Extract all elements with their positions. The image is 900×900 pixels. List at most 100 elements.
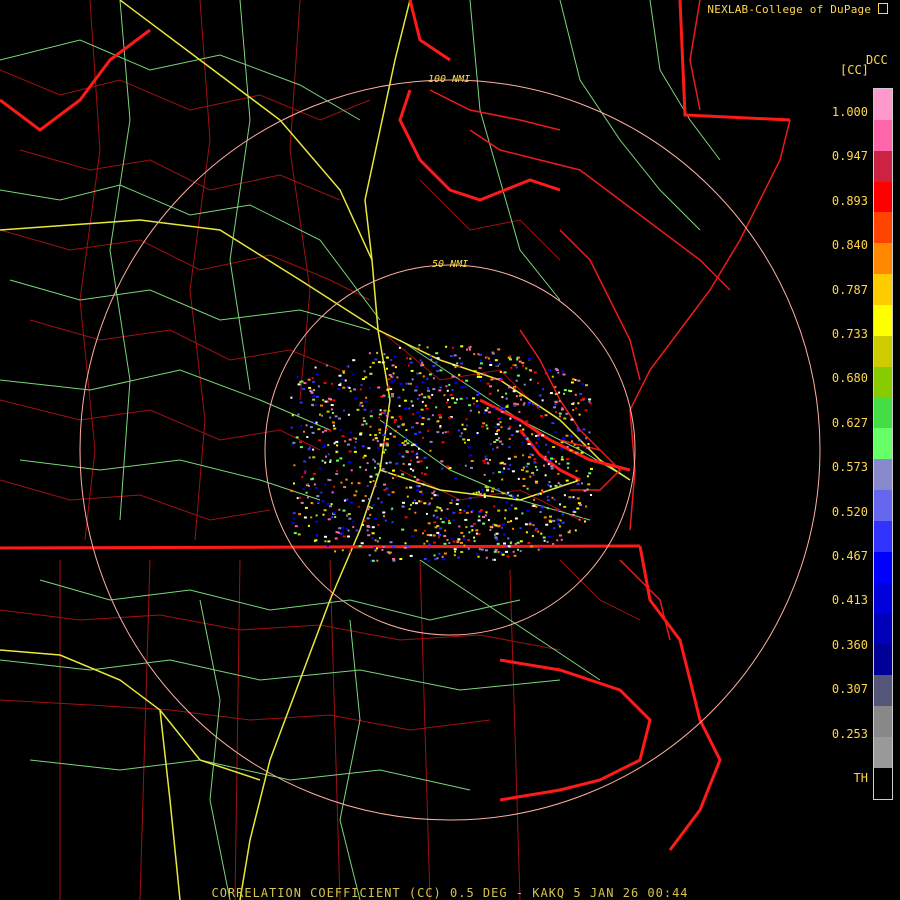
radar-echo xyxy=(582,397,586,400)
radar-echo xyxy=(497,525,501,528)
radar-echo xyxy=(439,527,442,530)
radar-echo xyxy=(531,445,534,448)
radar-echo xyxy=(553,406,557,409)
radar-echo xyxy=(501,553,505,556)
radar-echo xyxy=(315,373,319,376)
radar-echo xyxy=(322,446,326,449)
radar-echo xyxy=(565,434,569,437)
radar-echo xyxy=(369,425,372,428)
radar-echo xyxy=(529,453,533,456)
color-scale-label: 1.000 xyxy=(831,105,868,119)
radar-echo xyxy=(434,361,438,364)
radar-echo xyxy=(347,529,350,532)
radar-echo xyxy=(576,446,580,449)
radar-echo xyxy=(511,470,515,473)
radar-echo xyxy=(495,364,498,367)
radar-echo xyxy=(313,389,315,392)
radar-echo xyxy=(570,381,574,384)
radar-echo xyxy=(539,492,542,495)
radar-echo xyxy=(499,417,502,420)
state-borders xyxy=(0,0,791,851)
radar-echo xyxy=(390,380,394,383)
radar-echo xyxy=(535,435,538,437)
color-scale-label: 0.253 xyxy=(831,726,868,741)
radar-echo xyxy=(458,365,461,368)
radar-echo xyxy=(573,443,576,446)
radar-echo xyxy=(503,542,506,545)
radar-echo xyxy=(438,389,442,392)
radar-echo xyxy=(304,506,308,509)
radar-echo xyxy=(480,548,484,551)
radar-echo xyxy=(325,455,327,458)
radar-echo xyxy=(445,517,447,519)
radar-echo xyxy=(344,440,347,443)
radar-echo xyxy=(309,426,313,429)
radar-map[interactable]: 100 NMI 50 NMI xyxy=(0,0,900,900)
color-scale-segment xyxy=(874,150,892,182)
radar-echo xyxy=(399,558,403,560)
radar-echo xyxy=(333,512,336,514)
radar-echo xyxy=(477,353,480,356)
radar-echo xyxy=(517,548,519,551)
radar-echo xyxy=(581,482,583,485)
radar-echo xyxy=(463,544,466,547)
radar-echo xyxy=(406,442,410,445)
radar-echo xyxy=(413,499,416,502)
radar-echo xyxy=(299,401,303,404)
radar-echo xyxy=(495,532,499,535)
radar-echo xyxy=(410,503,412,506)
radar-echo xyxy=(450,537,453,540)
radar-echo xyxy=(546,495,549,498)
radar-echo xyxy=(451,346,454,349)
radar-echo xyxy=(404,440,408,443)
radar-echo xyxy=(464,386,467,389)
radar-echo xyxy=(315,520,319,523)
radar-echo xyxy=(423,473,427,476)
radar-echo xyxy=(388,409,391,412)
radar-echo xyxy=(546,499,550,502)
radar-echo xyxy=(439,385,442,388)
radar-echoes xyxy=(290,344,593,562)
radar-echo xyxy=(432,534,436,537)
radar-echo xyxy=(479,362,483,365)
radar-echo xyxy=(446,539,449,541)
color-scale-label: 0.680 xyxy=(831,371,868,386)
radar-echo xyxy=(528,401,532,404)
radar-echo xyxy=(414,432,417,435)
radar-echo xyxy=(425,512,428,515)
radar-echo xyxy=(337,388,341,390)
radar-echo xyxy=(514,419,517,422)
radar-echo xyxy=(523,383,526,386)
radar-echo xyxy=(500,426,503,429)
radar-echo xyxy=(428,546,431,549)
radar-echo xyxy=(528,523,532,526)
radar-echo xyxy=(537,405,540,408)
radar-echo xyxy=(411,535,415,538)
radar-echo xyxy=(441,521,445,524)
radar-echo xyxy=(369,481,372,483)
radar-echo xyxy=(317,428,321,431)
radar-echo xyxy=(324,429,328,432)
radar-echo xyxy=(477,373,480,376)
radar-echo xyxy=(392,477,394,480)
radar-echo xyxy=(376,440,379,443)
radar-echo xyxy=(426,540,429,543)
radar-echo xyxy=(496,542,500,545)
radar-echo xyxy=(540,532,543,535)
radar-echo xyxy=(421,417,425,419)
radar-echo xyxy=(300,425,303,428)
radar-echo xyxy=(580,399,583,402)
radar-echo xyxy=(334,415,338,418)
radar-echo xyxy=(292,517,295,520)
radar-echo xyxy=(519,527,522,530)
radar-echo xyxy=(550,465,554,468)
radar-echo xyxy=(375,473,379,476)
radar-echo xyxy=(509,542,512,545)
radar-echo xyxy=(336,459,339,462)
radar-echo xyxy=(448,542,451,544)
radar-echo xyxy=(323,509,327,512)
radar-echo xyxy=(460,386,464,389)
radar-echo xyxy=(470,510,473,513)
radar-echo xyxy=(385,428,388,431)
radar-echo xyxy=(560,458,564,461)
